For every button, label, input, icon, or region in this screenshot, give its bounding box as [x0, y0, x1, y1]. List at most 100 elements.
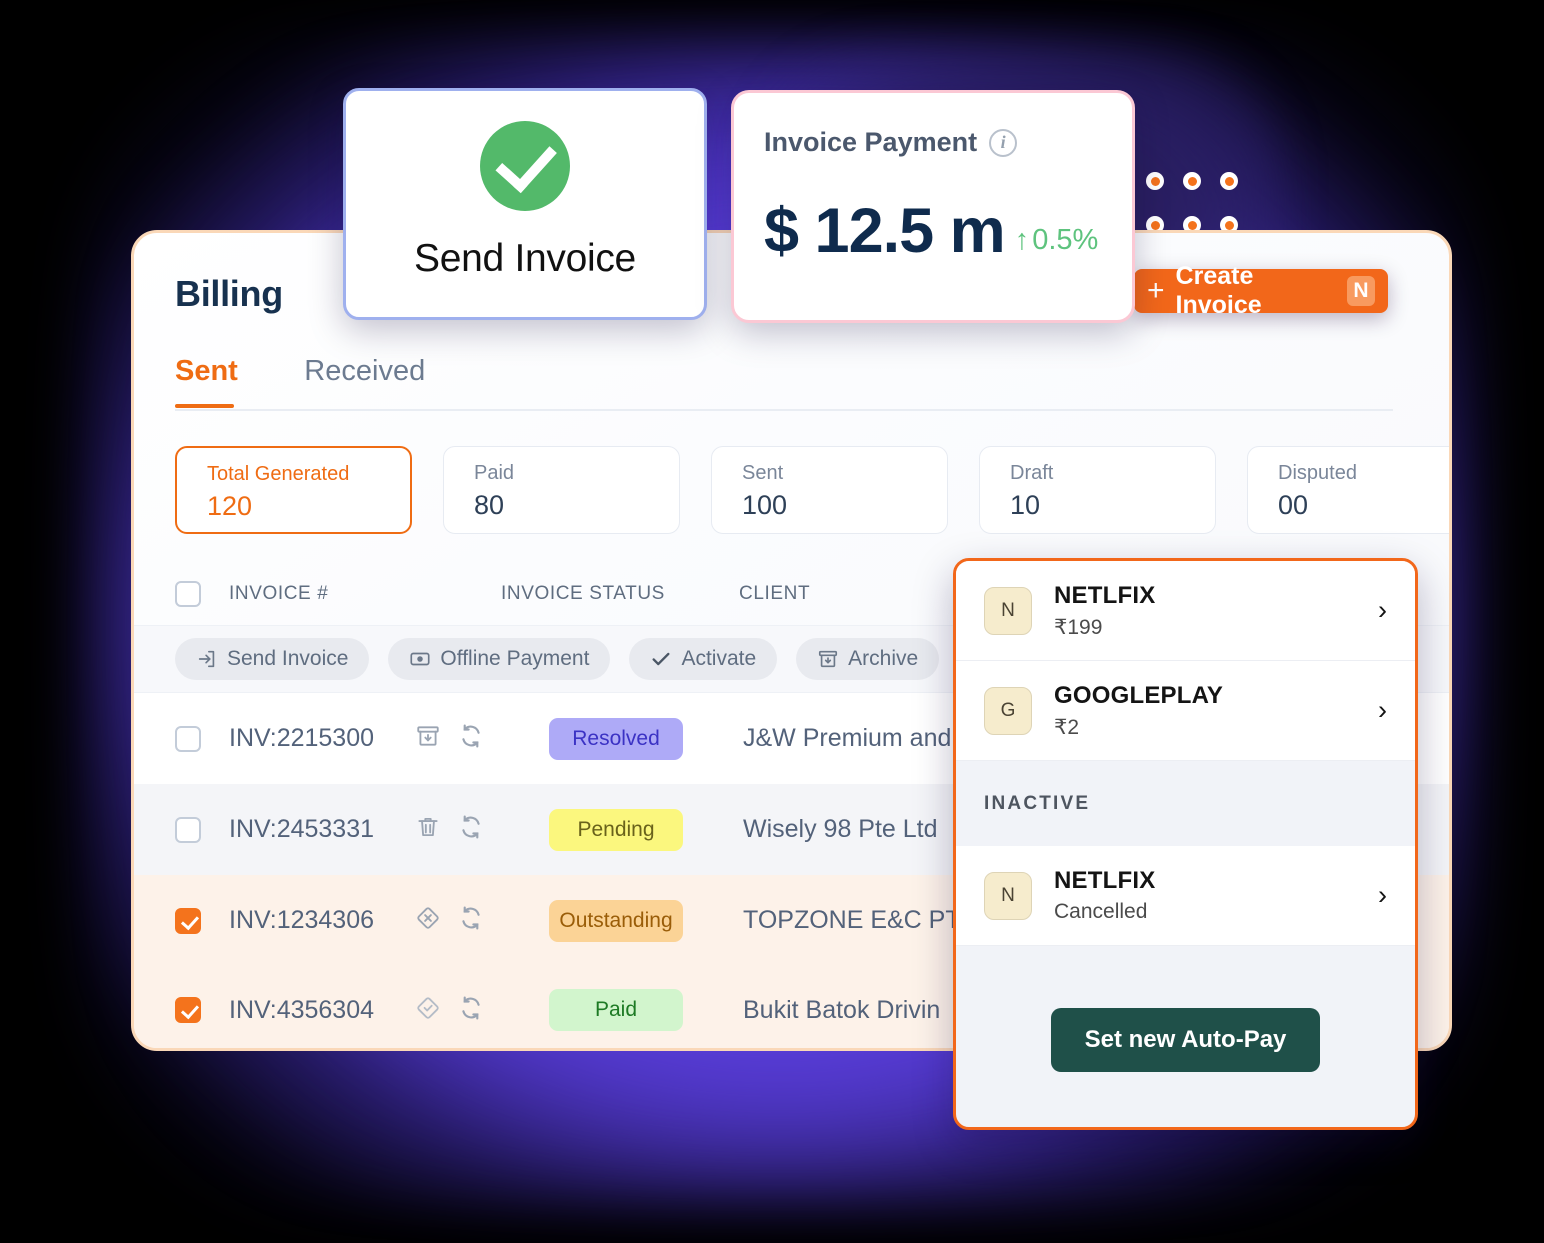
status-badge: Pending	[549, 808, 683, 851]
stat-value: 80	[474, 490, 505, 520]
trend-up-arrow-icon: ↑	[1014, 224, 1030, 256]
dot-grid-decoration	[1146, 172, 1238, 234]
row-invoice-number: INV:2453331	[229, 815, 375, 843]
stat-card-disputed[interactable]: Disputed 00	[1247, 446, 1449, 534]
row-checkbox[interactable]	[175, 816, 201, 843]
invoice-payment-title: Invoice Payment	[764, 127, 978, 157]
select-all-checkbox[interactable]	[175, 581, 201, 607]
autopay-item-text: NETLFIX ₹199	[1054, 582, 1155, 640]
dot	[1220, 172, 1238, 190]
row-client-name: Bukit Batok Drivin	[743, 995, 941, 1024]
status-badge: Resolved	[549, 717, 683, 760]
bulk-archive-button[interactable]: Archive	[796, 638, 940, 680]
bulk-action-label: Archive	[848, 647, 919, 670]
row-invoice-number: INV:1234306	[229, 906, 375, 934]
autopay-panel: N NETLFIX ₹199 › G GOOGLEPLAY ₹2 › INACT…	[953, 558, 1418, 1130]
set-new-autopay-button[interactable]: Set new Auto-Pay	[1050, 1008, 1321, 1072]
chevron-right-icon[interactable]: ›	[1378, 597, 1387, 624]
merchant-logo: N	[984, 586, 1032, 635]
status-badge: Outstanding	[549, 899, 683, 942]
autopay-item-netlfix-inactive[interactable]: N NETLFIX Cancelled ›	[956, 846, 1415, 946]
archive-icon[interactable]	[415, 723, 441, 754]
row-checkbox[interactable]	[175, 997, 201, 1023]
send-invoice-label: Send Invoice	[414, 237, 636, 280]
row-action-icons	[415, 905, 501, 936]
invoice-payment-trend: ↑ 0.5%	[1015, 224, 1099, 257]
row-checkbox[interactable]	[175, 725, 201, 752]
create-invoice-label: Create Invoice	[1175, 262, 1262, 319]
stat-label: Paid	[474, 462, 515, 484]
stat-label: Total Generated	[207, 463, 350, 485]
screenshot-root: Billing Sent Received Total Generated 12…	[0, 0, 1544, 1243]
row-client-name: TOPZONE E&C PT	[743, 906, 961, 934]
dot	[1183, 172, 1201, 190]
autopay-item-googleplay-active[interactable]: G GOOGLEPLAY ₹2 ›	[956, 661, 1415, 761]
refresh-icon[interactable]	[458, 905, 484, 936]
stat-label: Draft	[1010, 462, 1054, 484]
tab-received[interactable]: Received	[304, 355, 429, 406]
stat-value: 10	[1010, 490, 1041, 520]
stat-card-sent[interactable]: Sent 100	[711, 446, 948, 534]
bulk-activate-button[interactable]: Activate	[629, 638, 778, 680]
row-action-icons	[415, 995, 501, 1026]
status-badge: Paid	[549, 989, 683, 1031]
stat-card-paid[interactable]: Paid 80	[443, 446, 680, 534]
send-invoice-card[interactable]: Send Invoice	[343, 88, 707, 320]
chevron-right-icon[interactable]: ›	[1378, 697, 1387, 724]
trash-icon[interactable]	[415, 814, 441, 845]
row-action-icons	[415, 723, 501, 754]
chevron-right-icon[interactable]: ›	[1378, 882, 1387, 909]
row-client-name: J&W Premium and	[743, 724, 952, 752]
stat-label: Sent	[742, 462, 784, 484]
check-circle-icon	[480, 121, 570, 211]
bulk-action-label: Offline Payment	[440, 647, 590, 670]
column-header-invoice: INVOICE #	[229, 583, 329, 604]
stat-card-row: Total Generated 120 Paid 80 Sent 100 Dra…	[175, 446, 1449, 534]
merchant-amount: ₹199	[1054, 615, 1103, 639]
stat-card-total-generated[interactable]: Total Generated 120	[175, 446, 412, 534]
diamond-check-icon[interactable]	[415, 995, 441, 1026]
merchant-name: NETLFIX	[1054, 581, 1156, 609]
archive-icon	[817, 648, 839, 670]
autopay-section-inactive: INACTIVE	[956, 761, 1415, 846]
create-invoice-button[interactable]: + Create Invoice N	[1134, 262, 1388, 319]
send-arrow-icon	[196, 648, 218, 670]
stat-card-draft[interactable]: Draft 10	[979, 446, 1216, 534]
refresh-icon[interactable]	[458, 995, 484, 1026]
column-header-client: CLIENT	[739, 583, 811, 604]
bulk-action-label: Send Invoice	[227, 647, 349, 670]
row-invoice-number: INV:2215300	[229, 724, 375, 752]
merchant-status: Cancelled	[1054, 900, 1148, 923]
check-icon	[650, 648, 672, 670]
autopay-item-text: GOOGLEPLAY ₹2	[1054, 682, 1223, 740]
page-title: Billing	[175, 273, 283, 314]
invoice-payment-amount-row: $ 12.5 m ↑ 0.5%	[764, 200, 1132, 263]
info-icon[interactable]: i	[989, 128, 1018, 157]
invoice-payment-amount: $ 12.5 m	[764, 196, 1006, 266]
merchant-name: NETLFIX	[1054, 867, 1156, 894]
invoice-payment-title-row: Invoice Payment i	[764, 127, 1132, 158]
row-checkbox[interactable]	[175, 907, 201, 934]
row-client-name: Wisely 98 Pte Ltd	[743, 815, 938, 843]
stat-value: 120	[207, 491, 253, 521]
cash-icon	[409, 648, 431, 670]
stat-value: 00	[1278, 490, 1309, 520]
keyboard-shortcut-badge: N	[1346, 276, 1375, 306]
stat-value: 100	[742, 490, 788, 520]
autopay-footer: Set new Auto-Pay	[956, 946, 1415, 1127]
bulk-offline-payment-button[interactable]: Offline Payment	[388, 638, 611, 680]
column-header-status: INVOICE STATUS	[501, 583, 665, 604]
tab-sent[interactable]: Sent	[175, 355, 242, 408]
merchant-logo: G	[984, 686, 1032, 735]
autopay-item-netlfix-active[interactable]: N NETLFIX ₹199 ›	[956, 561, 1415, 661]
refresh-icon[interactable]	[458, 723, 484, 754]
tab-bar: Sent Received	[175, 355, 1393, 411]
bulk-send-invoice-button[interactable]: Send Invoice	[175, 638, 370, 680]
dot	[1146, 172, 1164, 190]
invoice-payment-card: Invoice Payment i $ 12.5 m ↑ 0.5%	[731, 90, 1135, 323]
merchant-amount: ₹2	[1054, 715, 1080, 739]
refresh-icon[interactable]	[458, 814, 484, 845]
autopay-item-text: NETLFIX Cancelled	[1054, 867, 1155, 924]
merchant-logo: N	[984, 871, 1032, 920]
diamond-x-icon[interactable]	[415, 905, 441, 936]
